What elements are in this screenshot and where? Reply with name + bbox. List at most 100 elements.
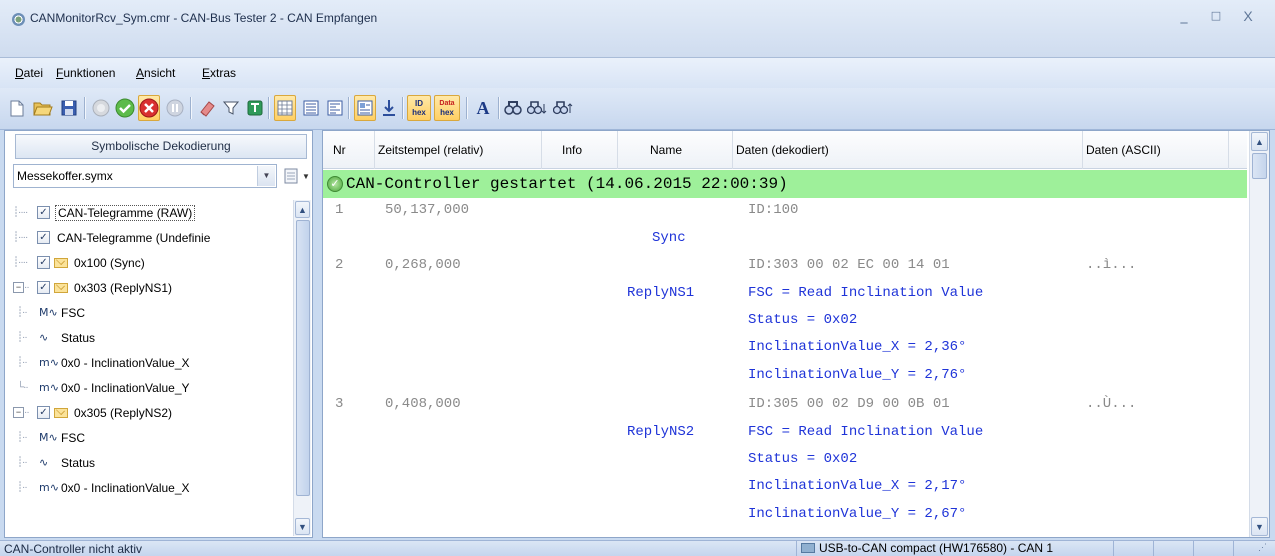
row-timestamp[interactable]: 50,137,000: [385, 202, 469, 218]
row-decoded[interactable]: InclinationValue_Y = 2,67°: [748, 506, 966, 522]
row-timestamp[interactable]: 0,408,000: [385, 396, 461, 412]
signal-mux-icon: M∿: [39, 431, 58, 444]
row-name[interactable]: ReplyNS1: [627, 285, 694, 301]
tree-item[interactable]: ┊···· ✓ CAN-Telegramme (Undefinie: [13, 225, 298, 250]
symbol-file-combo[interactable]: Messekoffer.symx ▼: [13, 164, 277, 188]
row-ascii[interactable]: ..ì...: [1086, 257, 1136, 273]
stop-red-icon[interactable]: [138, 95, 160, 121]
menu-datei[interactable]: Datei: [15, 66, 43, 80]
row-data[interactable]: ID:100: [748, 202, 798, 218]
status-cell: [1114, 541, 1154, 556]
data-hex-icon[interactable]: Data hex: [434, 95, 460, 121]
tree-scrollbar[interactable]: ▲ ▼: [293, 200, 311, 536]
checkbox-icon[interactable]: ✓: [37, 231, 50, 244]
row-decoded[interactable]: InclinationValue_X = 2,36°: [748, 339, 966, 355]
scroll-down-icon[interactable]: ▼: [295, 518, 310, 535]
list-view-2-icon[interactable]: [324, 95, 346, 121]
column-info[interactable]: Info: [542, 131, 618, 169]
column-decoded[interactable]: Daten (dekodiert): [733, 131, 1083, 169]
symbol-options-button[interactable]: ▼: [281, 164, 313, 188]
signal-muxed-icon: m∿: [39, 381, 59, 394]
scroll-up-icon[interactable]: ▲: [1251, 132, 1268, 151]
checkbox-icon[interactable]: ✓: [37, 256, 50, 269]
status-cell: [1154, 541, 1194, 556]
menu-ansicht[interactable]: Ansicht: [136, 66, 175, 80]
row-decoded[interactable]: Status = 0x02: [748, 451, 857, 467]
list-view-icon[interactable]: [300, 95, 322, 121]
tree-item[interactable]: ┊···· ✓ 0x100 (Sync): [13, 250, 298, 275]
row-name[interactable]: Sync: [652, 230, 686, 246]
tree-item[interactable]: ┊·· M∿ FSC: [13, 425, 298, 450]
scroll-up-icon[interactable]: ▲: [295, 201, 310, 218]
save-icon[interactable]: [58, 95, 80, 121]
table-scrollbar[interactable]: ▲ ▼: [1249, 131, 1269, 537]
column-ascii[interactable]: Daten (ASCII): [1083, 131, 1229, 169]
eraser-icon[interactable]: [196, 95, 218, 121]
menu-extras[interactable]: Extras: [202, 66, 236, 80]
tree-item[interactable]: − ·· ✓ 0x303 (ReplyNS1): [13, 275, 298, 300]
symbol-panel: Symbolische Dekodierung Messekoffer.symx…: [4, 130, 313, 538]
device-status: USB-to-CAN compact (HW176580) - CAN 1: [796, 541, 1114, 556]
find-prev-icon[interactable]: [552, 95, 574, 121]
row-nr[interactable]: 3: [335, 396, 343, 412]
menu-funktionen[interactable]: Funktionen: [56, 66, 115, 80]
window-title: CANMonitorRcv_Sym.cmr - CAN-Bus Tester 2…: [30, 11, 378, 25]
symbol-panel-header[interactable]: Symbolische Dekodierung: [15, 134, 307, 159]
column-name[interactable]: Name: [618, 131, 733, 169]
row-ascii[interactable]: ..Ù...: [1086, 396, 1136, 412]
row-timestamp[interactable]: 0,268,000: [385, 257, 461, 273]
find-next-icon[interactable]: [526, 95, 548, 121]
tree-item[interactable]: ┊·· m∿ 0x0 - InclinationValue_X: [13, 475, 298, 500]
row-nr[interactable]: 1: [335, 202, 343, 218]
scroll-down-icon[interactable]: [378, 95, 400, 121]
font-icon[interactable]: A: [472, 95, 494, 121]
row-data[interactable]: ID:305 00 02 D9 00 0B 01: [748, 396, 950, 412]
scroll-down-icon[interactable]: ▼: [1251, 517, 1268, 536]
pause-icon[interactable]: [164, 95, 186, 121]
find-icon[interactable]: [502, 95, 524, 121]
tree-item[interactable]: ┊·· ∿ Status: [13, 325, 298, 350]
checkbox-icon[interactable]: ✓: [37, 281, 50, 294]
collapse-icon[interactable]: −: [13, 282, 24, 293]
row-nr[interactable]: 2: [335, 257, 343, 273]
trigger-icon[interactable]: [244, 95, 266, 121]
controller-started-row[interactable]: ✓ CAN-Controller gestartet (14.06.2015 2…: [323, 170, 1247, 198]
checkbox-icon[interactable]: ✓: [37, 206, 50, 219]
stop-gray-icon[interactable]: [90, 95, 112, 121]
column-timestamp[interactable]: Zeitstempel (relativ): [375, 131, 542, 169]
start-green-icon[interactable]: [114, 95, 136, 121]
resize-grip-icon[interactable]: ⋰: [1258, 542, 1267, 553]
status-cell: [1194, 541, 1234, 556]
row-decoded[interactable]: InclinationValue_X = 2,17°: [748, 478, 966, 494]
collapse-icon[interactable]: −: [13, 407, 24, 418]
chevron-down-icon[interactable]: ▼: [257, 166, 275, 186]
symbolic-icon[interactable]: [354, 95, 376, 121]
row-name[interactable]: ReplyNS2: [627, 424, 694, 440]
open-folder-icon[interactable]: [32, 95, 54, 121]
row-decoded[interactable]: FSC = Read Inclination Value: [748, 424, 983, 440]
checkbox-icon[interactable]: ✓: [37, 406, 50, 419]
tree-item[interactable]: ┊·· M∿ FSC: [13, 300, 298, 325]
scroll-thumb[interactable]: [1252, 153, 1267, 179]
tree-item[interactable]: ┊···· ✓ CAN-Telegramme (RAW): [13, 200, 298, 225]
table-header: Nr Zeitstempel (relativ) Info Name Daten…: [323, 131, 1247, 169]
id-hex-icon[interactable]: ID hex: [407, 95, 431, 121]
row-decoded[interactable]: Status = 0x02: [748, 312, 857, 328]
row-decoded[interactable]: FSC = Read Inclination Value: [748, 285, 983, 301]
close-button[interactable]: X: [1236, 5, 1260, 27]
new-file-icon[interactable]: [6, 95, 28, 121]
tree-item[interactable]: ┊·· m∿ 0x0 - InclinationValue_X: [13, 350, 298, 375]
tree-item[interactable]: └·· m∿ 0x0 - InclinationValue_Y: [13, 375, 298, 400]
grid-icon[interactable]: [274, 95, 296, 121]
filter-icon[interactable]: [220, 95, 242, 121]
signal-mux-icon: M∿: [39, 306, 58, 319]
row-data[interactable]: ID:303 00 02 EC 00 14 01: [748, 257, 950, 273]
minimize-button[interactable]: _: [1172, 5, 1196, 27]
tree-item[interactable]: ┊·· ∿ Status: [13, 450, 298, 475]
tree-item[interactable]: − ·· ✓ 0x305 (ReplyNS2): [13, 400, 298, 425]
scroll-thumb[interactable]: [296, 220, 310, 496]
maximize-button[interactable]: □: [1204, 5, 1228, 27]
signal-icon: ∿: [39, 331, 49, 344]
column-nr[interactable]: Nr: [323, 131, 375, 169]
row-decoded[interactable]: InclinationValue_Y = 2,76°: [748, 367, 966, 383]
